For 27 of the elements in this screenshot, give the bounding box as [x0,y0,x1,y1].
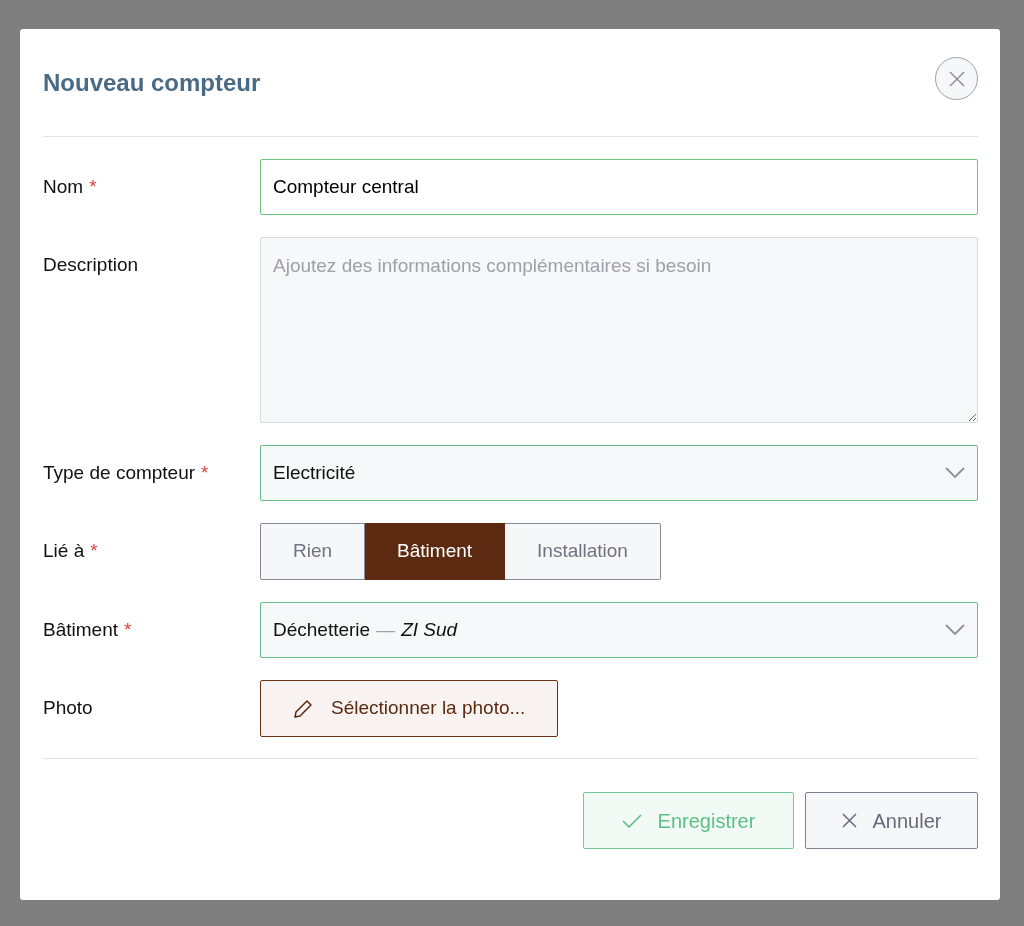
field-label: Nom [43,176,84,197]
field-label: Lié à [43,540,85,561]
text-field[interactable]: Compteur central [260,159,978,215]
dialog-title: Nouveau compteur [43,69,261,98]
segment-option[interactable]: Bâtiment [365,523,506,580]
segment-option[interactable]: Rien [260,523,366,580]
chevron-down-icon [945,467,965,479]
textarea-field[interactable]: Ajoutez des informations complémentaires si besoin [260,237,978,423]
field-label: Type de compteur [43,462,196,483]
select-photo-button[interactable]: Sélectionner la photo... [260,680,559,737]
field-label: Description [43,254,139,275]
field-label: Photo [43,697,93,718]
select-field[interactable]: Déchetterie — ZI Sud [260,602,978,658]
segment-option[interactable]: Installation [505,523,661,580]
required-asterisk: * [90,540,98,561]
cancel-button[interactable]: Annuler [805,792,978,849]
pencil-icon [293,698,313,719]
close-icon [948,70,965,87]
close-button[interactable] [935,57,978,100]
required-asterisk: * [89,176,97,197]
field-label: Bâtiment [43,619,118,640]
required-asterisk: * [124,619,132,640]
check-icon [621,813,642,828]
required-asterisk: * [201,462,209,483]
select-field[interactable]: Electricité [260,445,978,501]
close-icon [841,813,857,828]
chevron-down-icon [945,624,965,636]
